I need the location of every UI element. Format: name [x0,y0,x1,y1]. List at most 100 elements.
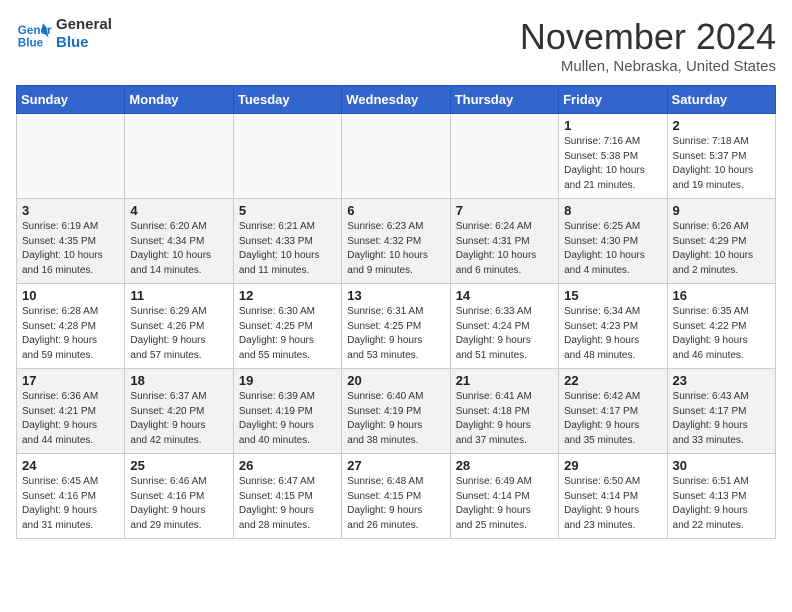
day-info: Sunrise: 7:18 AM Sunset: 5:37 PM Dayligh… [673,135,770,193]
day-info: Sunrise: 6:47 AM Sunset: 4:15 PM Dayligh… [239,475,336,533]
day-info: Sunrise: 6:26 AM Sunset: 4:29 PM Dayligh… [673,220,770,278]
calendar-week-row: 24 Sunrise: 6:45 AM Sunset: 4:16 PM Dayli… [17,454,776,539]
day-number: 4 [130,203,227,218]
day-info: Sunrise: 6:35 AM Sunset: 4:22 PM Dayligh… [673,305,770,363]
day-info: Sunrise: 6:25 AM Sunset: 4:30 PM Dayligh… [564,220,661,278]
day-info: Sunrise: 6:28 AM Sunset: 4:28 PM Dayligh… [22,305,119,363]
day-info: Sunrise: 6:41 AM Sunset: 4:18 PM Dayligh… [456,390,553,448]
logo: General Blue General Blue [16,16,112,52]
col-header-friday: Friday [559,86,667,114]
calendar-cell: 12Sunrise: 6:30 AM Sunset: 4:25 PM Dayli… [233,284,341,369]
day-info: Sunrise: 6:48 AM Sunset: 4:15 PM Dayligh… [347,475,444,533]
col-header-wednesday: Wednesday [342,86,450,114]
calendar-cell: 30 Sunrise: 6:51 AM Sunset: 4:13 PM Dayli… [667,454,775,539]
day-info: Sunrise: 6:42 AM Sunset: 4:17 PM Dayligh… [564,390,661,448]
calendar-cell: 29 Sunrise: 6:50 AM Sunset: 4:14 PM Dayli… [559,454,667,539]
calendar-cell: 20Sunrise: 6:40 AM Sunset: 4:19 PM Dayli… [342,369,450,454]
day-info: Sunrise: 6:46 AM Sunset: 4:16 PM Dayligh… [130,475,227,533]
col-header-thursday: Thursday [450,86,558,114]
calendar-cell: 16 Sunrise: 6:35 AM Sunset: 4:22 PM Dayli… [667,284,775,369]
day-number: 11 [130,288,227,303]
day-info: Sunrise: 6:33 AM Sunset: 4:24 PM Dayligh… [456,305,553,363]
calendar-cell: 9 Sunrise: 6:26 AM Sunset: 4:29 PM Daylig… [667,199,775,284]
calendar-cell: 17 Sunrise: 6:36 AM Sunset: 4:21 PM Dayli… [17,369,125,454]
calendar-cell [342,114,450,199]
day-number: 23 [673,373,770,388]
calendar-cell: 11 Sunrise: 6:29 AM Sunset: 4:26 PM Dayli… [125,284,233,369]
day-number: 14 [456,288,553,303]
calendar-week-row: 10 Sunrise: 6:28 AM Sunset: 4:28 PM Dayli… [17,284,776,369]
day-number: 30 [673,458,770,473]
calendar-cell: 6Sunrise: 6:23 AM Sunset: 4:32 PM Daylig… [342,199,450,284]
calendar-week-row: 1 Sunrise: 7:16 AM Sunset: 5:38 PM Daylig… [17,114,776,199]
day-number: 16 [673,288,770,303]
day-info: Sunrise: 6:20 AM Sunset: 4:34 PM Dayligh… [130,220,227,278]
day-info: Sunrise: 6:51 AM Sunset: 4:13 PM Dayligh… [673,475,770,533]
calendar-cell [450,114,558,199]
day-number: 10 [22,288,119,303]
day-info: Sunrise: 6:50 AM Sunset: 4:14 PM Dayligh… [564,475,661,533]
calendar-week-row: 3 Sunrise: 6:19 AM Sunset: 4:35 PM Daylig… [17,199,776,284]
day-number: 20 [347,373,444,388]
day-number: 28 [456,458,553,473]
calendar-cell: 21 Sunrise: 6:41 AM Sunset: 4:18 PM Dayli… [450,369,558,454]
title-area: November 2024 Mullen, Nebraska, United S… [520,16,776,75]
calendar-cell: 5 Sunrise: 6:21 AM Sunset: 4:33 PM Daylig… [233,199,341,284]
day-info: Sunrise: 6:43 AM Sunset: 4:17 PM Dayligh… [673,390,770,448]
calendar-cell [233,114,341,199]
col-header-sunday: Sunday [17,86,125,114]
day-info: Sunrise: 7:16 AM Sunset: 5:38 PM Dayligh… [564,135,661,193]
calendar-cell: 26 Sunrise: 6:47 AM Sunset: 4:15 PM Dayli… [233,454,341,539]
day-info: Sunrise: 6:45 AM Sunset: 4:16 PM Dayligh… [22,475,119,533]
logo-line1: General [56,16,112,34]
col-header-tuesday: Tuesday [233,86,341,114]
calendar-cell: 27 Sunrise: 6:48 AM Sunset: 4:15 PM Dayli… [342,454,450,539]
col-header-monday: Monday [125,86,233,114]
day-number: 2 [673,118,770,133]
day-info: Sunrise: 6:36 AM Sunset: 4:21 PM Dayligh… [22,390,119,448]
calendar-cell: 1 Sunrise: 7:16 AM Sunset: 5:38 PM Daylig… [559,114,667,199]
calendar-week-row: 17 Sunrise: 6:36 AM Sunset: 4:21 PM Dayli… [17,369,776,454]
day-info: Sunrise: 6:19 AM Sunset: 4:35 PM Dayligh… [22,220,119,278]
calendar-cell: 15 Sunrise: 6:34 AM Sunset: 4:23 PM Dayli… [559,284,667,369]
day-number: 15 [564,288,661,303]
day-number: 17 [22,373,119,388]
day-number: 24 [22,458,119,473]
day-number: 13 [347,288,444,303]
calendar-header-row: SundayMondayTuesdayWednesdayThursdayFrid… [17,86,776,114]
day-number: 8 [564,203,661,218]
day-number: 26 [239,458,336,473]
calendar-cell [17,114,125,199]
day-number: 21 [456,373,553,388]
location-subtitle: Mullen, Nebraska, United States [520,58,776,75]
calendar-cell: 2 Sunrise: 7:18 AM Sunset: 5:37 PM Daylig… [667,114,775,199]
day-info: Sunrise: 6:37 AM Sunset: 4:20 PM Dayligh… [130,390,227,448]
calendar-cell: 23 Sunrise: 6:43 AM Sunset: 4:17 PM Dayli… [667,369,775,454]
day-number: 25 [130,458,227,473]
day-info: Sunrise: 6:34 AM Sunset: 4:23 PM Dayligh… [564,305,661,363]
day-info: Sunrise: 6:49 AM Sunset: 4:14 PM Dayligh… [456,475,553,533]
day-number: 29 [564,458,661,473]
day-info: Sunrise: 6:23 AM Sunset: 4:32 PM Dayligh… [347,220,444,278]
day-info: Sunrise: 6:30 AM Sunset: 4:25 PM Dayligh… [239,305,336,363]
day-info: Sunrise: 6:31 AM Sunset: 4:25 PM Dayligh… [347,305,444,363]
calendar-cell: 18Sunrise: 6:37 AM Sunset: 4:20 PM Dayli… [125,369,233,454]
month-title: November 2024 [520,16,776,58]
day-number: 9 [673,203,770,218]
calendar-cell: 22Sunrise: 6:42 AM Sunset: 4:17 PM Dayli… [559,369,667,454]
calendar-cell: 14 Sunrise: 6:33 AM Sunset: 4:24 PM Dayli… [450,284,558,369]
calendar-cell: 28 Sunrise: 6:49 AM Sunset: 4:14 PM Dayli… [450,454,558,539]
calendar-cell: 8 Sunrise: 6:25 AM Sunset: 4:30 PM Daylig… [559,199,667,284]
day-info: Sunrise: 6:39 AM Sunset: 4:19 PM Dayligh… [239,390,336,448]
calendar-cell: 19Sunrise: 6:39 AM Sunset: 4:19 PM Dayli… [233,369,341,454]
calendar-cell: 13 Sunrise: 6:31 AM Sunset: 4:25 PM Dayli… [342,284,450,369]
header: General Blue General Blue November 2024 … [16,16,776,75]
svg-text:Blue: Blue [18,37,44,50]
day-number: 27 [347,458,444,473]
day-info: Sunrise: 6:21 AM Sunset: 4:33 PM Dayligh… [239,220,336,278]
calendar-cell: 4 Sunrise: 6:20 AM Sunset: 4:34 PM Daylig… [125,199,233,284]
day-number: 3 [22,203,119,218]
day-number: 5 [239,203,336,218]
day-number: 1 [564,118,661,133]
day-info: Sunrise: 6:29 AM Sunset: 4:26 PM Dayligh… [130,305,227,363]
